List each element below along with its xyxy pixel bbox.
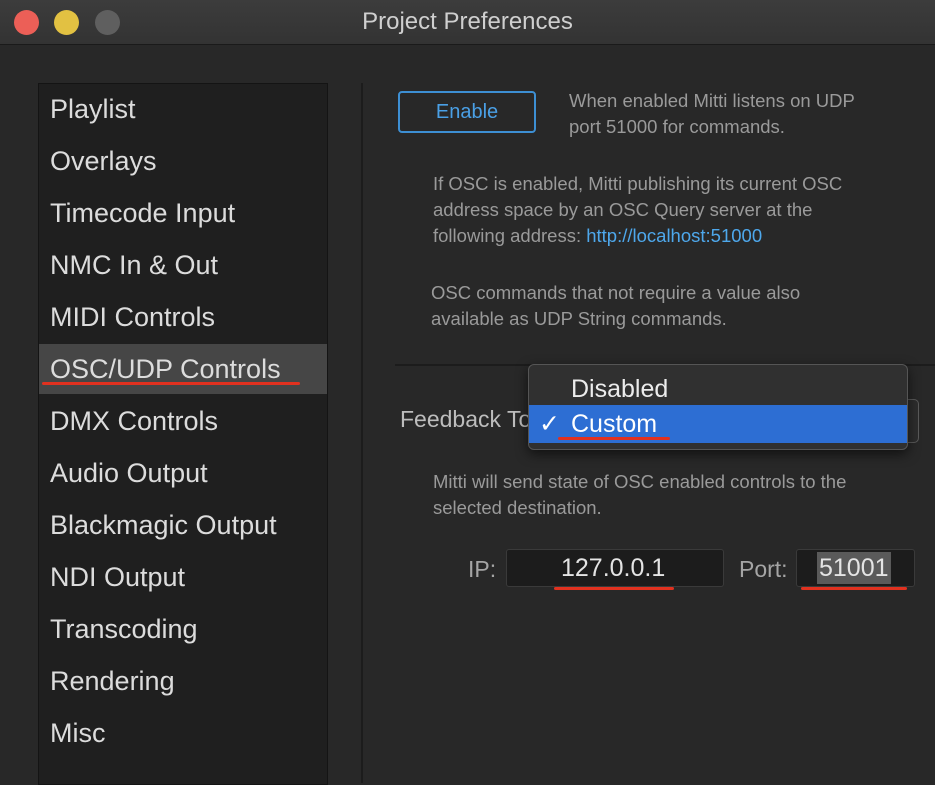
ip-value: 127.0.0.1 <box>561 554 666 582</box>
osc-info-line: following address: <box>433 225 582 246</box>
udp-string-info-text: OSC commands that not require a value al… <box>431 280 800 332</box>
annotation-underline <box>558 437 670 440</box>
title-bar: Project Preferences <box>0 0 935 45</box>
sidebar-item-overlays[interactable]: Overlays <box>39 136 327 186</box>
udp-info-text: When enabled Mitti listens on UDP port 5… <box>569 88 855 140</box>
feedback-to-label: Feedback To: <box>400 406 538 432</box>
sidebar-item-label: Overlays <box>50 146 157 176</box>
sidebar-item-playlist[interactable]: Playlist <box>39 84 327 134</box>
port-input[interactable]: 51001 <box>796 549 915 587</box>
sidebar-item-nmc-in-out[interactable]: NMC In & Out <box>39 240 327 290</box>
sidebar-item-label: DMX Controls <box>50 406 219 436</box>
annotation-underline <box>801 587 907 590</box>
sidebar-item-label: Misc <box>50 718 106 748</box>
udp-string-line: available as UDP String commands. <box>431 308 727 329</box>
osc-info-line: address space by an OSC Query server at … <box>433 199 813 220</box>
sidebar-item-transcoding[interactable]: Transcoding <box>39 604 327 654</box>
menu-item-disabled[interactable]: Disabled <box>529 370 907 408</box>
annotation-underline <box>554 587 674 590</box>
osc-query-url-link[interactable]: http://localhost:51000 <box>586 225 762 246</box>
sidebar-item-ndi-output[interactable]: NDI Output <box>39 552 327 602</box>
osc-query-info-text: If OSC is enabled, Mitti publishing its … <box>433 171 842 249</box>
sidebar-item-label: Transcoding <box>50 614 198 644</box>
ip-input[interactable]: 127.0.0.1 <box>506 549 724 587</box>
sidebar-item-label: MIDI Controls <box>50 302 216 332</box>
annotation-underline <box>42 382 300 385</box>
preferences-sidebar: Playlist Overlays Timecode Input NMC In … <box>38 83 328 785</box>
window-title: Project Preferences <box>362 8 573 35</box>
sidebar-item-label: Playlist <box>50 94 136 124</box>
sidebar-item-osc-udp-controls[interactable]: OSC/UDP Controls <box>39 344 327 394</box>
sidebar-item-label: NDI Output <box>50 562 186 592</box>
sidebar-item-timecode-input[interactable]: Timecode Input <box>39 188 327 238</box>
sidebar-item-label: Timecode Input <box>50 198 236 228</box>
ip-label: IP: <box>468 556 497 582</box>
udp-info-line: When enabled Mitti listens on UDP <box>569 90 855 111</box>
sidebar-item-misc[interactable]: Misc <box>39 708 327 758</box>
sidebar-item-label: OSC/UDP Controls <box>50 354 281 384</box>
feedback-info-line: Mitti will send state of OSC enabled con… <box>433 471 847 492</box>
port-value: 51001 <box>817 552 891 584</box>
feedback-info-text: Mitti will send state of OSC enabled con… <box>433 469 846 521</box>
udp-info-line: port 51000 for commands. <box>569 116 785 137</box>
sidebar-item-label: Blackmagic Output <box>50 510 277 540</box>
pane-divider <box>361 83 363 783</box>
feedback-info-line: selected destination. <box>433 497 602 518</box>
sidebar-item-midi-controls[interactable]: MIDI Controls <box>39 292 327 342</box>
sidebar-item-label: NMC In & Out <box>50 250 219 280</box>
osc-info-line: If OSC is enabled, Mitti publishing its … <box>433 173 843 194</box>
checkmark-icon: ✓ <box>539 410 560 438</box>
sidebar-item-rendering[interactable]: Rendering <box>39 656 327 706</box>
sidebar-item-label: Rendering <box>50 666 175 696</box>
port-label: Port: <box>739 556 788 582</box>
sidebar-item-label: Audio Output <box>50 458 208 488</box>
sidebar-item-dmx-controls[interactable]: DMX Controls <box>39 396 327 446</box>
enable-button[interactable]: Enable <box>398 91 536 133</box>
sidebar-item-audio-output[interactable]: Audio Output <box>39 448 327 498</box>
menu-item-label: Disabled <box>571 375 669 403</box>
sidebar-item-blackmagic-output[interactable]: Blackmagic Output <box>39 500 327 550</box>
udp-string-line: OSC commands that not require a value al… <box>431 282 801 303</box>
